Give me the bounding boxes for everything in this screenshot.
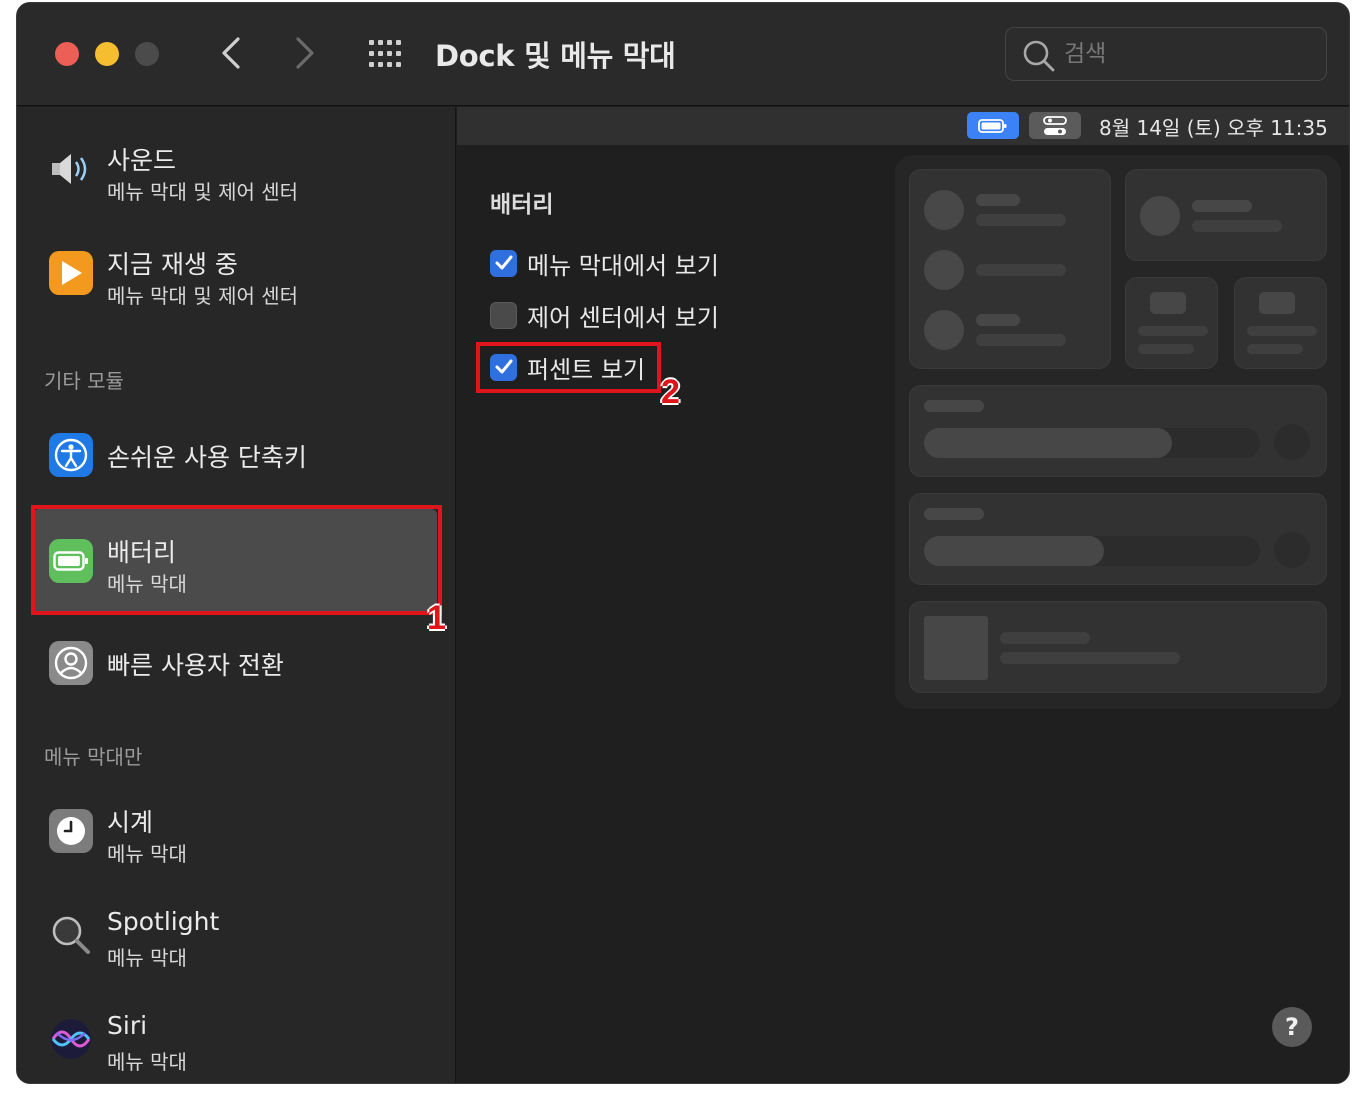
- sidebar-item-sound[interactable]: 사운드 메뉴 막대 및 제어 센터: [33, 117, 437, 223]
- control-center-icon: [1043, 115, 1067, 135]
- battery-settings-pane: 8월 14일 (토) 오후 11:35 배터리 메뉴 막대에서 보기 제어 센터…: [457, 107, 1349, 1083]
- zoom-button[interactable]: [135, 42, 159, 66]
- annotation-marker-2: 2: [661, 373, 680, 411]
- sidebar-item-now-playing[interactable]: 지금 재생 중 메뉴 막대 및 제어 센터: [33, 221, 437, 327]
- speaker-icon: [49, 147, 93, 191]
- checkmark-icon: [495, 255, 512, 270]
- sidebar-item-clock[interactable]: 시계 메뉴 막대: [33, 779, 437, 885]
- window-title: Dock 및 메뉴 막대: [435, 39, 676, 73]
- sidebar-item-title: Siri: [107, 1011, 148, 1040]
- menubar-battery-indicator: [967, 112, 1019, 139]
- sidebar-item-title: 지금 재생 중: [107, 250, 238, 279]
- battery-section-title: 배터리: [490, 192, 554, 218]
- preview-sound-slider: [909, 493, 1327, 585]
- annotation-box-2: [476, 342, 661, 393]
- battery-icon: [978, 118, 1007, 133]
- siri-icon: [49, 1017, 93, 1061]
- show-in-control-center-option[interactable]: 제어 센터에서 보기: [490, 299, 719, 332]
- search-input[interactable]: [1064, 37, 1314, 71]
- show-in-menubar-option[interactable]: 메뉴 막대에서 보기: [490, 247, 719, 280]
- sidebar-item-title: 시계: [107, 808, 154, 837]
- section-header-menubar-only: 메뉴 막대만: [44, 745, 143, 769]
- search-field[interactable]: [1005, 27, 1327, 81]
- preview-display-slider: [909, 385, 1327, 477]
- sidebar-item-spotlight[interactable]: Spotlight 메뉴 막대: [33, 883, 437, 989]
- play-icon: [49, 251, 93, 295]
- help-button[interactable]: ?: [1272, 1007, 1312, 1047]
- sidebar-item-title: 손쉬운 사용 단축키: [107, 443, 307, 472]
- show-all-button[interactable]: [367, 37, 407, 71]
- clock-icon: [49, 809, 93, 853]
- chevron-left-icon: [222, 37, 240, 69]
- checkbox-label: 메뉴 막대에서 보기: [527, 251, 719, 280]
- sidebar-item-subtitle: 메뉴 막대: [107, 1050, 187, 1074]
- preview-connectivity-tile: [909, 169, 1111, 369]
- sidebar-item-title: Spotlight: [107, 907, 220, 936]
- sidebar: 사운드 메뉴 막대 및 제어 센터 지금 재생 중 메뉴 막대 및 제어 센터 …: [17, 107, 456, 1083]
- menubar-preview: 8월 14일 (토) 오후 11:35: [457, 107, 1349, 145]
- forward-button[interactable]: [287, 33, 323, 73]
- control-center-preview: [895, 155, 1341, 709]
- preview-focus-tile: [1125, 169, 1327, 261]
- annotation-marker-1: 1: [427, 599, 446, 637]
- preview-now-playing-tile: [909, 601, 1327, 693]
- title-bar: Dock 및 메뉴 막대: [17, 3, 1349, 106]
- show-in-control-center-checkbox[interactable]: [490, 301, 517, 329]
- sidebar-item-title: 사운드: [107, 146, 177, 175]
- close-button[interactable]: [55, 42, 79, 66]
- preview-small-tile: [1125, 277, 1218, 369]
- show-in-menubar-checkbox[interactable]: [490, 249, 517, 277]
- sidebar-item-accessibility-shortcuts[interactable]: 손쉬운 사용 단축키: [33, 403, 437, 509]
- grid-icon: [369, 40, 401, 67]
- annotation-box-1: [31, 505, 442, 615]
- sidebar-item-subtitle: 메뉴 막대 및 제어 센터: [107, 284, 299, 308]
- minimize-button[interactable]: [95, 42, 119, 66]
- sidebar-item-subtitle: 메뉴 막대: [107, 946, 187, 970]
- search-icon: [1023, 40, 1055, 72]
- sidebar-item-subtitle: 메뉴 막대 및 제어 센터: [107, 180, 299, 204]
- chevron-right-icon: [296, 37, 314, 69]
- menubar-control-center: [1029, 112, 1081, 139]
- menubar-clock: 8월 14일 (토) 오후 11:35: [1099, 116, 1328, 140]
- user-icon: [49, 641, 93, 685]
- back-button[interactable]: [213, 33, 249, 73]
- preferences-window: Dock 및 메뉴 막대 사운드 메뉴 막대 및 제어 센터: [16, 2, 1350, 1084]
- sidebar-item-siri[interactable]: Siri 메뉴 막대: [33, 987, 437, 1083]
- spotlight-icon: [49, 913, 93, 957]
- section-header-other-modules: 기타 모듈: [44, 369, 124, 393]
- sidebar-item-fast-user-switching[interactable]: 빠른 사용자 전환: [33, 611, 437, 717]
- accessibility-icon: [49, 433, 93, 477]
- sidebar-item-subtitle: 메뉴 막대: [107, 842, 187, 866]
- preview-small-tile: [1234, 277, 1327, 369]
- checkbox-label: 제어 센터에서 보기: [527, 303, 719, 332]
- sidebar-item-title: 빠른 사용자 전환: [107, 651, 284, 680]
